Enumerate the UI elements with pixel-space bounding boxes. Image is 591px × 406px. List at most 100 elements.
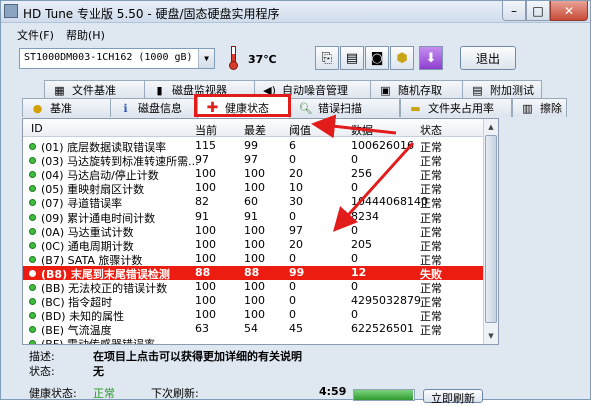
cell-current: 100 bbox=[195, 308, 216, 322]
cell-worst: 100 bbox=[244, 280, 265, 293]
cell-data: 8234 bbox=[351, 209, 379, 223]
status-dot-icon bbox=[29, 171, 36, 179]
status-dot-icon bbox=[29, 143, 36, 150]
copy-icon: ⎘ bbox=[321, 50, 333, 66]
cell-data: 0 bbox=[351, 153, 358, 167]
next-refresh-time: 4:59 bbox=[319, 385, 347, 398]
menu-file[interactable]: 文件(F) bbox=[17, 27, 54, 43]
cell-current: 100 bbox=[195, 294, 216, 308]
cell-worst: 100 bbox=[244, 223, 265, 237]
cell-threshold: 0 bbox=[289, 153, 296, 167]
health-value: 正常 bbox=[93, 387, 115, 400]
cell-threshold: 0 bbox=[289, 294, 296, 308]
menu-help[interactable]: 帮助(H) bbox=[66, 27, 105, 43]
cell-threshold: 0 bbox=[289, 280, 296, 293]
scroll-down-icon[interactable]: ▼ bbox=[485, 329, 497, 343]
status-dot-icon bbox=[29, 326, 36, 334]
cell-data: 100626016 bbox=[351, 139, 414, 152]
col-current[interactable]: 当前 bbox=[195, 122, 217, 138]
health-tab-highlight bbox=[194, 94, 291, 117]
cell-worst: 100 bbox=[244, 308, 265, 322]
cell-worst: 100 bbox=[244, 181, 265, 195]
random-access-icon: ▣ bbox=[380, 83, 391, 97]
description-label: 描述: bbox=[29, 350, 55, 363]
status-dot-icon bbox=[29, 199, 36, 207]
table-row[interactable]: (07) 寻道错误率 82 60 30 10444068140 正常 bbox=[23, 195, 485, 210]
exit-button[interactable]: 退出 bbox=[460, 46, 516, 70]
col-data[interactable]: 数据 bbox=[351, 122, 373, 138]
cell-worst: 60 bbox=[244, 195, 258, 209]
cell-data: 4295032879 bbox=[351, 294, 421, 308]
table-row[interactable]: (B7) SATA 旅骤计数 100 100 0 0 正常 bbox=[23, 251, 485, 267]
close-button[interactable]: ✕ bbox=[550, 1, 588, 21]
drive-select[interactable]: ST1000DM003-1CH162 (1000 gB) ▼ bbox=[19, 48, 215, 69]
drive-select-value: ST1000DM003-1CH162 (1000 gB) bbox=[24, 52, 193, 63]
table-scrollbar[interactable]: ▲ ▼ bbox=[483, 119, 498, 344]
table-row-failed[interactable]: (B8) 末尾到末尾错误检测 88 88 99 12 失败 bbox=[23, 265, 485, 281]
chevron-down-icon[interactable]: ▼ bbox=[198, 49, 214, 68]
folder-usage-icon: ▬ bbox=[410, 101, 421, 115]
cell-threshold: 97 bbox=[289, 223, 303, 237]
download-button[interactable]: ⬇ bbox=[419, 46, 443, 70]
erase-icon: ▥ bbox=[522, 101, 533, 115]
table-row[interactable]: (BB) 无法校正的错误计数 100 100 0 0 正常 bbox=[23, 280, 485, 295]
status-dot-icon bbox=[29, 241, 36, 249]
drive-pack-button[interactable]: ⬢ bbox=[390, 46, 414, 70]
cell-current: 100 bbox=[195, 181, 216, 195]
title-bar: HD Tune 专业版 5.50 - 硬盘/固态硬盘实用程序 – □ ✕ bbox=[1, 1, 590, 23]
cell-worst: 100 bbox=[244, 167, 265, 181]
tab-benchmark[interactable]: ● 基准 bbox=[22, 98, 112, 117]
window-title: HD Tune 专业版 5.50 - 硬盘/固态硬盘实用程序 bbox=[23, 7, 280, 21]
table-row[interactable]: (05) 重映射扇区计数 100 100 10 0 正常 bbox=[23, 181, 485, 196]
table-row[interactable]: (01) 底层数据读取错误率 115 99 6 100626016 正常 bbox=[23, 139, 485, 154]
scroll-thumb[interactable] bbox=[485, 135, 497, 323]
cell-current: 88 bbox=[195, 265, 211, 279]
cell-threshold: 99 bbox=[289, 265, 305, 279]
table-row[interactable]: (0C) 通电周期计数 100 100 20 205 正常 bbox=[23, 237, 485, 253]
cell-threshold: 20 bbox=[289, 167, 303, 181]
scroll-up-icon[interactable]: ▲ bbox=[485, 120, 497, 134]
tab-file-benchmark[interactable]: ▦ 文件基准 bbox=[44, 80, 154, 99]
col-status[interactable]: 状态 bbox=[420, 122, 442, 138]
table-row[interactable]: (BC) 指令超时 100 100 0 4295032879 正常 bbox=[23, 294, 485, 309]
table-row[interactable]: (BD) 未知的属性 100 100 0 0 正常 bbox=[23, 308, 485, 323]
cell-current: 100 bbox=[195, 223, 216, 237]
table-row[interactable]: (BE) 气流温度 63 54 45 622526501 正常 bbox=[23, 322, 485, 337]
cell-current: 115 bbox=[195, 139, 216, 152]
refresh-now-button[interactable]: 立即刷新 bbox=[423, 389, 483, 405]
col-id[interactable]: ID bbox=[31, 122, 43, 135]
table-row[interactable]: (03) 马达旋转到标准转速所需... 97 97 0 0 正常 bbox=[23, 153, 485, 168]
cell-current: 100 bbox=[195, 167, 216, 181]
benchmark-icon: ● bbox=[32, 101, 43, 115]
table-row[interactable]: (09) 累计通电时间计数 91 91 0 8234 正常 bbox=[23, 209, 485, 225]
cell-data: 0 bbox=[351, 280, 358, 293]
cell-threshold: 45 bbox=[289, 322, 303, 336]
tab-extra-tests[interactable]: ▤ 附加测试 bbox=[462, 80, 542, 99]
minimize-button[interactable]: – bbox=[502, 1, 526, 21]
tab-error-scan[interactable]: 🔍︎ 错误扫描 bbox=[290, 98, 400, 117]
copy-button[interactable]: ⎘ bbox=[315, 46, 339, 70]
status-dot-icon bbox=[29, 255, 36, 263]
cell-threshold: 6 bbox=[289, 139, 296, 152]
maximize-button[interactable]: □ bbox=[526, 1, 550, 21]
extra-tests-icon: ▤ bbox=[472, 83, 483, 97]
status-dot-icon bbox=[29, 340, 36, 344]
col-threshold[interactable]: 阈值 bbox=[289, 122, 311, 138]
status-dot-icon bbox=[29, 298, 36, 306]
cell-current: 100 bbox=[195, 280, 216, 293]
cell-worst: 100 bbox=[244, 251, 265, 265]
screenshot-button[interactable]: ◙ bbox=[365, 46, 389, 70]
col-worst[interactable]: 最差 bbox=[244, 122, 266, 138]
status-label: 状态: bbox=[29, 365, 55, 378]
copy-text-button[interactable]: ▤ bbox=[340, 46, 364, 70]
table-row[interactable]: (04) 马达启动/停止计数 100 100 20 256 正常 bbox=[23, 167, 485, 182]
cell-data: 0 bbox=[351, 181, 358, 195]
tab-folder-usage[interactable]: ▬ 文件夹占用率 bbox=[400, 98, 512, 117]
cell-data: 0 bbox=[351, 223, 358, 237]
table-row[interactable]: (0A) 马达重试计数 100 100 97 0 正常 bbox=[23, 223, 485, 239]
tab-disk-info[interactable]: ℹ 磁盘信息 bbox=[110, 98, 198, 117]
tab-erase[interactable]: ▥ 擦除 bbox=[512, 98, 567, 117]
table-row[interactable]: (BF) 震动传感器错误率 bbox=[23, 336, 485, 344]
cell-current: 100 bbox=[195, 237, 216, 251]
cell-threshold: 0 bbox=[289, 209, 296, 223]
